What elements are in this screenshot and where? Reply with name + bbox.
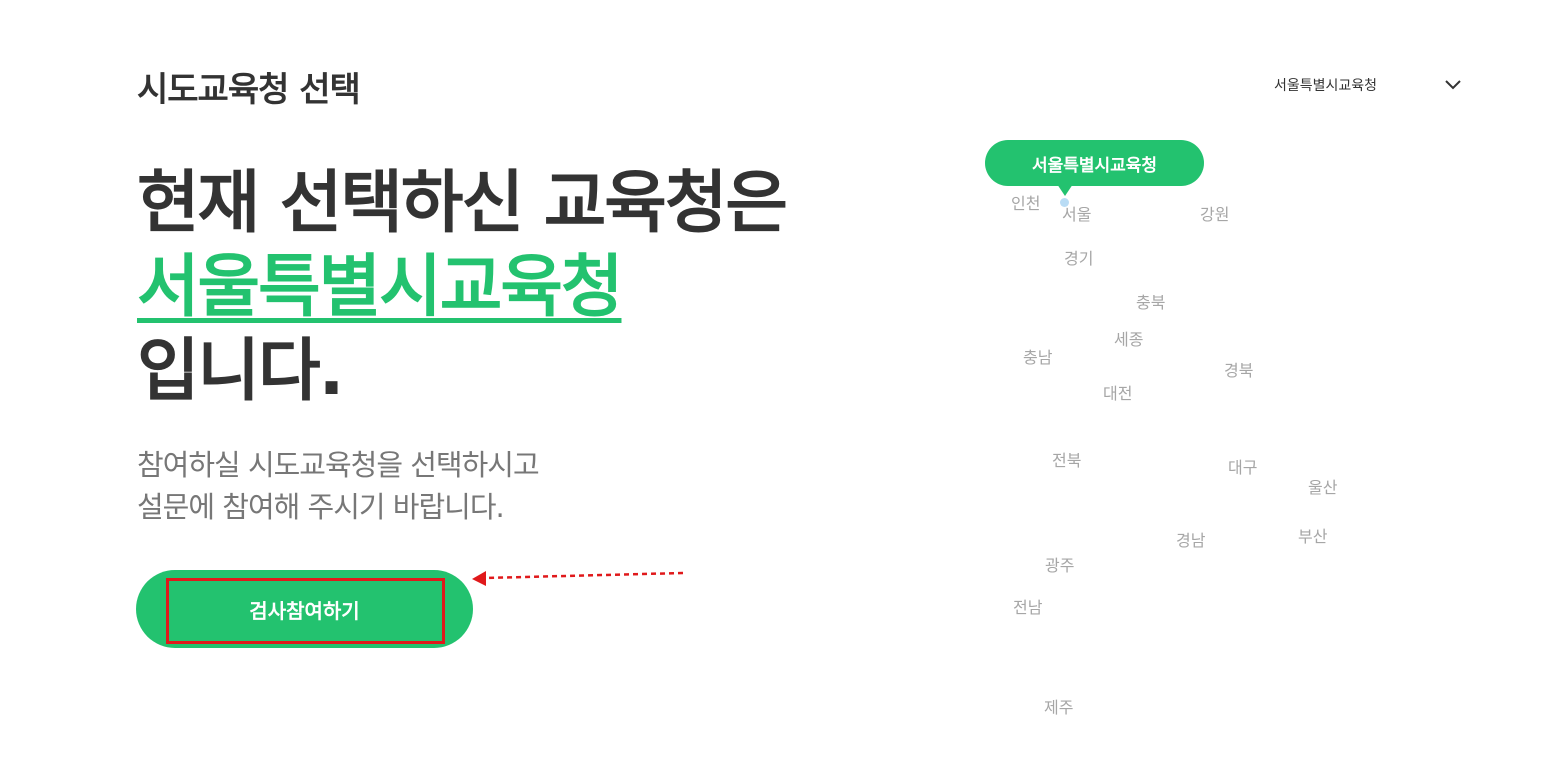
region-gyeongbuk[interactable]: 경북 <box>1224 357 1253 381</box>
region-seoul[interactable]: 서울 <box>1062 201 1091 225</box>
region-gwangju[interactable]: 광주 <box>1045 552 1074 576</box>
region-jeju[interactable]: 제주 <box>1044 694 1073 718</box>
region-sejong[interactable]: 세종 <box>1114 326 1143 350</box>
region-chungbuk[interactable]: 충북 <box>1136 289 1165 313</box>
page: 시도교육청 선택 서울특별시교육청 현재 선택하신 교육청은 서울특별시교육청 … <box>0 0 1549 783</box>
headline-line-3: 입니다. <box>137 332 345 411</box>
description-line-1: 참여하실 시도교육청을 선택하시고 <box>137 448 540 482</box>
region-chungnam[interactable]: 충남 <box>1023 344 1052 368</box>
chevron-down-icon <box>1445 80 1461 90</box>
description: 참여하실 시도교육청을 선택하시고 설문에 참여해 주시기 바랍니다. <box>137 444 540 528</box>
headline-line-1: 현재 선택하신 교육청은 <box>137 164 788 243</box>
region-gyeongnam[interactable]: 경남 <box>1176 527 1205 551</box>
description-line-2: 설문에 참여해 주시기 바랍니다. <box>137 490 505 524</box>
headline-selected-office: 서울특별시교육청 <box>137 248 623 327</box>
map-tooltip-tail <box>1057 184 1073 196</box>
region-ulsan[interactable]: 울산 <box>1308 474 1337 498</box>
region-busan[interactable]: 부산 <box>1298 523 1327 547</box>
annotation-arrow <box>472 571 684 586</box>
region-incheon[interactable]: 인천 <box>1011 190 1040 214</box>
section-title: 시도교육청 선택 <box>137 70 361 110</box>
headline: 현재 선택하신 교육청은 서울특별시교육청 입니다. <box>137 162 788 414</box>
region-select-value: 서울특별시교육청 <box>1274 78 1378 94</box>
region-gyeonggi[interactable]: 경기 <box>1064 245 1093 269</box>
map-selected-tooltip: 서울특별시교육청 <box>985 140 1204 186</box>
region-jeonnam[interactable]: 전남 <box>1013 594 1042 618</box>
region-daejeon[interactable]: 대전 <box>1103 380 1132 404</box>
region-gangwon[interactable]: 강원 <box>1200 201 1229 225</box>
region-jeonbuk[interactable]: 전북 <box>1052 447 1081 471</box>
region-daegu[interactable]: 대구 <box>1228 454 1257 478</box>
region-select-dropdown[interactable]: 서울특별시교육청 <box>1262 66 1474 104</box>
start-survey-button[interactable] <box>136 570 473 648</box>
